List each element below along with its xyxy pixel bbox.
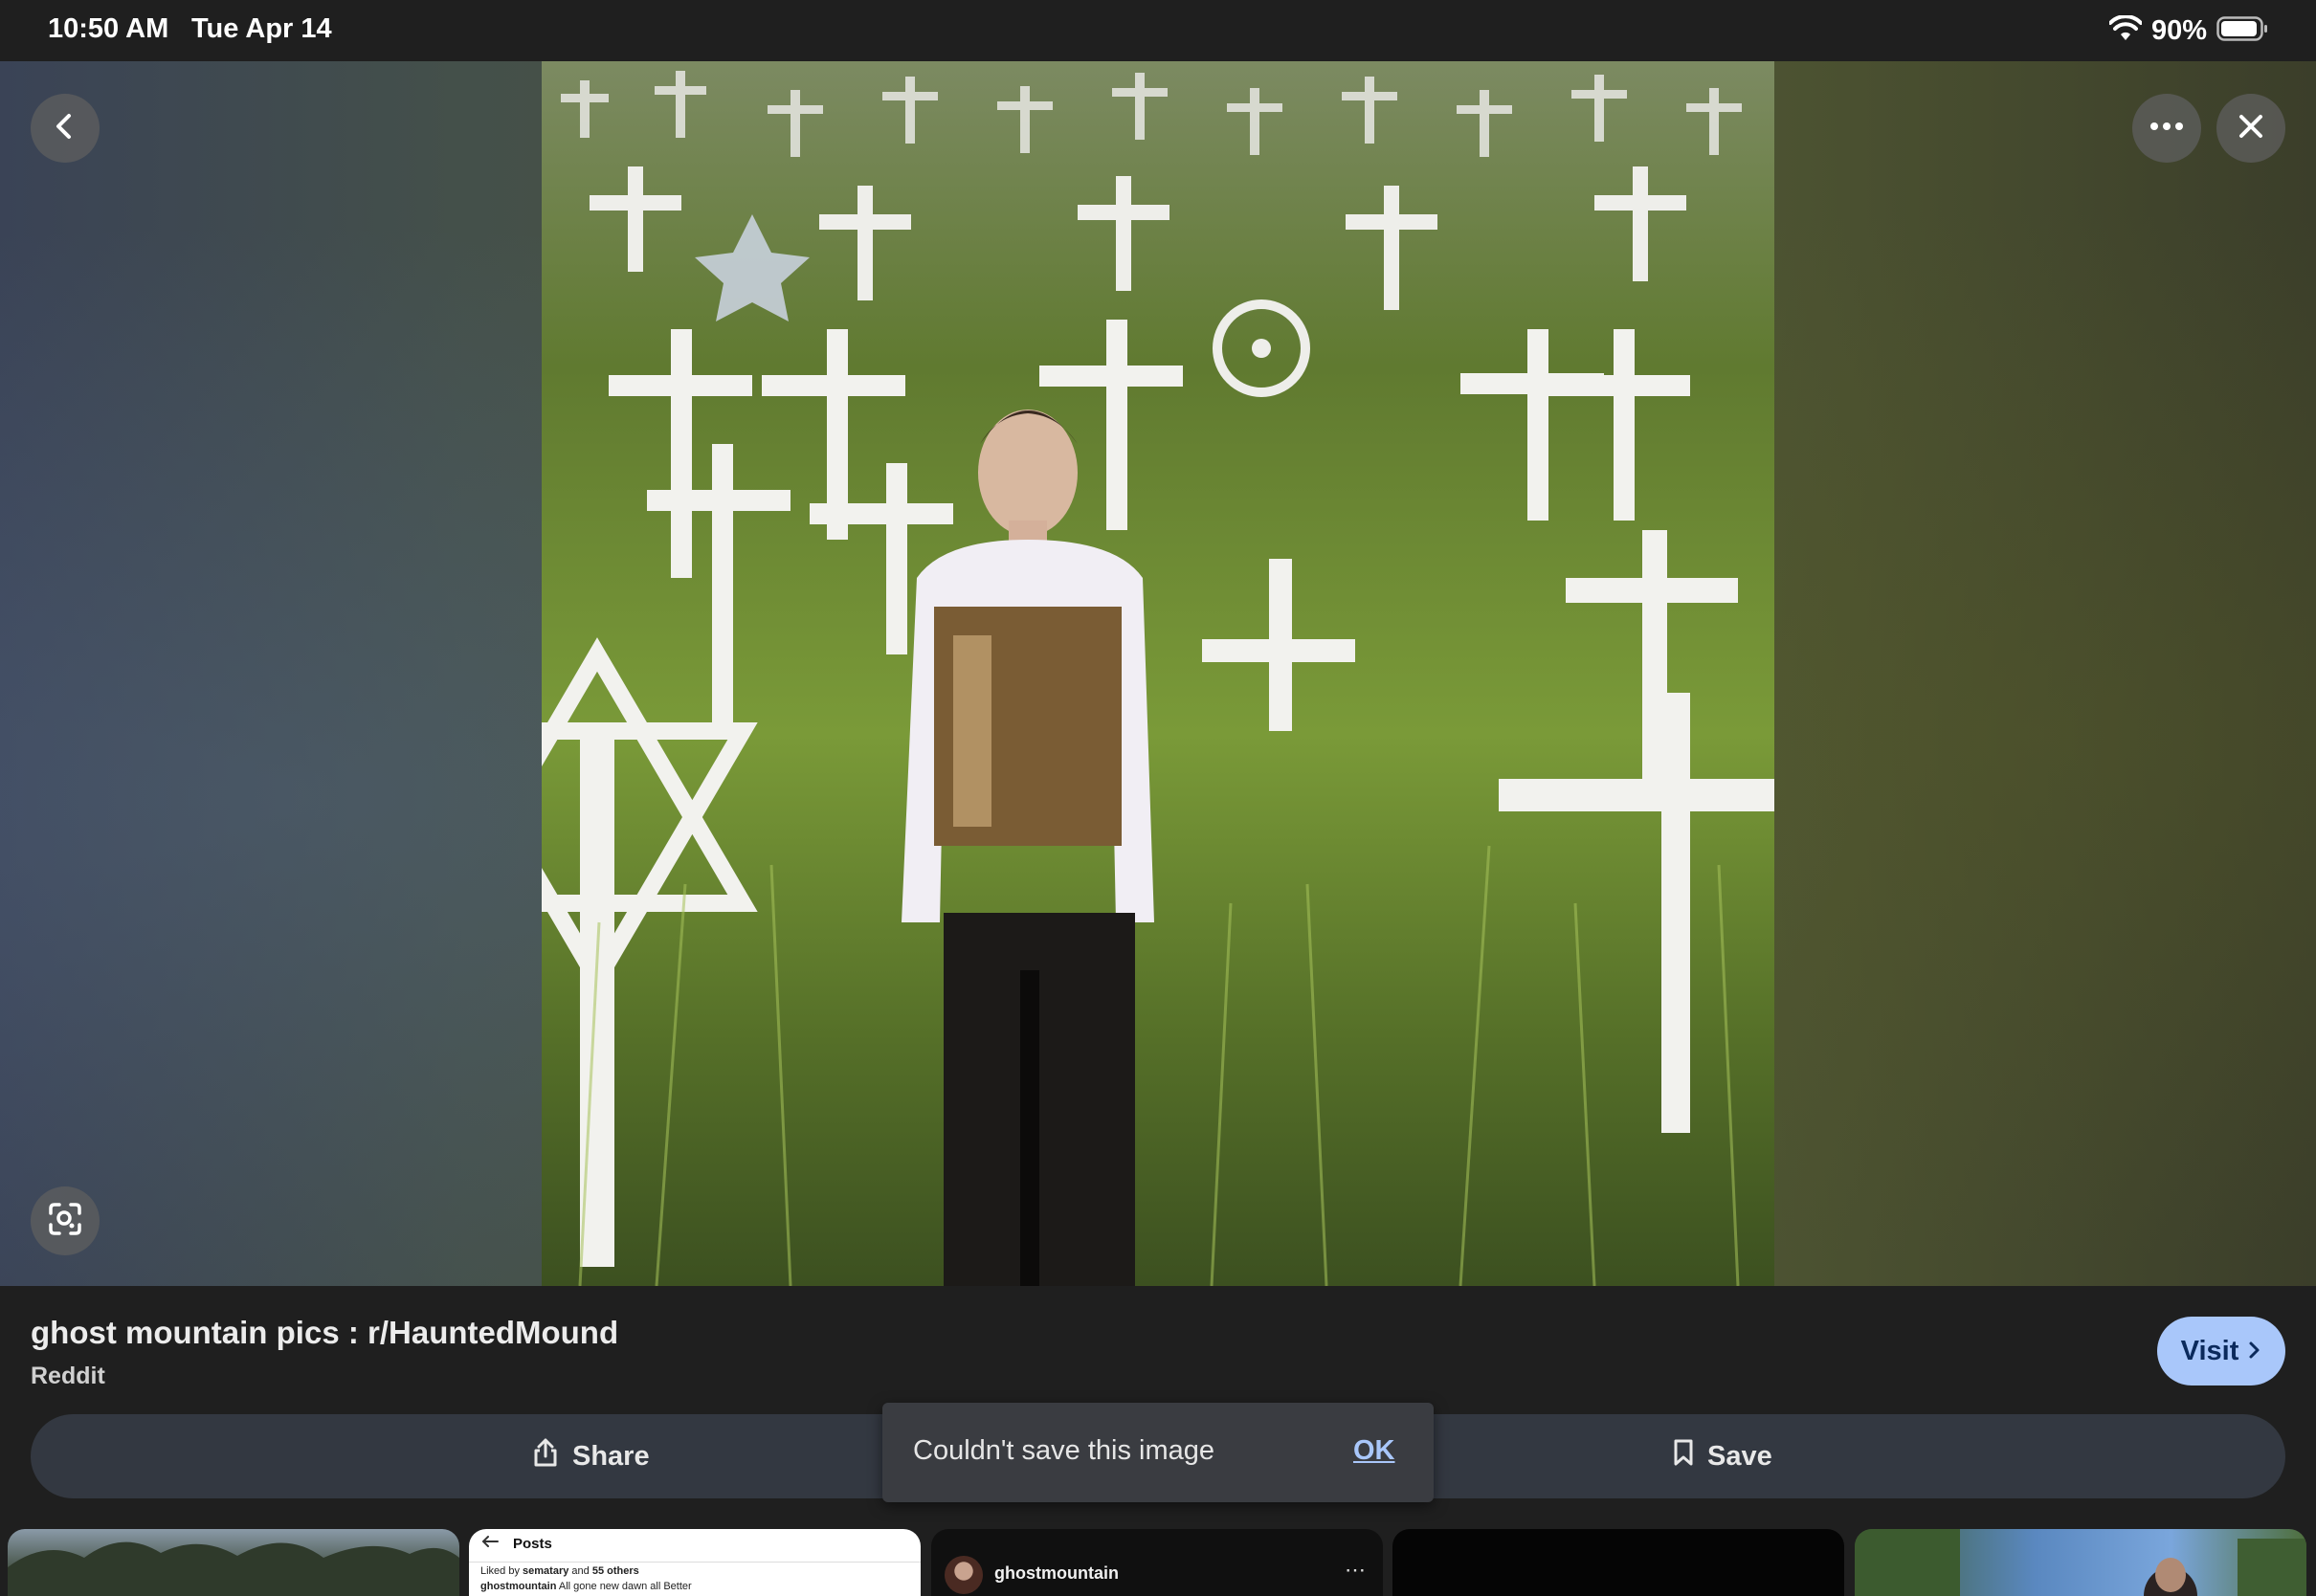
status-bar: 10:50 AM Tue Apr 14 90% xyxy=(0,0,2316,61)
related-thumbnail[interactable] xyxy=(8,1529,459,1596)
share-icon xyxy=(532,1437,559,1475)
main-image[interactable] xyxy=(542,61,1774,1286)
caption-body: All gone new dawn all Better xyxy=(556,1581,692,1592)
visit-button[interactable]: Visit xyxy=(2157,1317,2285,1385)
wifi-icon xyxy=(2107,13,2143,47)
liked-by-text: Liked by sematary and 55 others xyxy=(480,1565,639,1577)
thumbnail-outdoor-image xyxy=(1855,1529,2306,1596)
related-thumbnail[interactable] xyxy=(1855,1529,2306,1596)
status-indicators: 90% xyxy=(2107,11,2268,50)
battery-percent: 90% xyxy=(2150,14,2207,46)
battery-icon xyxy=(2216,15,2268,47)
main-image-illustration xyxy=(542,61,1774,1286)
related-thumbnail[interactable] xyxy=(1392,1529,1844,1596)
more-horizontal-icon xyxy=(2149,120,2184,137)
back-button[interactable] xyxy=(31,94,100,163)
save-button[interactable]: Save xyxy=(1673,1431,1772,1481)
arrow-left-icon xyxy=(480,1535,500,1552)
close-button[interactable] xyxy=(2216,94,2285,163)
bookmark-icon xyxy=(1673,1438,1694,1474)
thumbnail-header: Posts xyxy=(480,1535,552,1552)
share-button[interactable]: Share xyxy=(532,1431,650,1481)
image-viewer xyxy=(0,61,2316,1286)
more-horizontal-icon: ⋯ xyxy=(1345,1558,1366,1582)
lens-search-icon xyxy=(48,1202,82,1241)
chevron-left-icon xyxy=(50,111,80,146)
save-error-toast: Couldn't save this image OK xyxy=(882,1403,1434,1502)
related-thumbnail[interactable]: ghostmountain ⋯ xyxy=(931,1529,1383,1596)
liked-user: sematary xyxy=(523,1565,569,1577)
caption-user: ghostmountain xyxy=(480,1581,557,1592)
close-icon xyxy=(2238,113,2264,144)
divider xyxy=(469,1562,921,1563)
liked-prefix: Liked by xyxy=(480,1565,523,1577)
save-label: Save xyxy=(1707,1440,1772,1472)
related-thumbnail[interactable]: Posts Liked by sematary and 55 others gh… xyxy=(469,1529,921,1596)
chevron-right-icon xyxy=(2248,1336,2261,1367)
liked-count: 55 others xyxy=(591,1565,639,1577)
caption-text: ghostmountain All gone new dawn all Bett… xyxy=(480,1581,692,1592)
thumbnail-header-label: Posts xyxy=(513,1535,552,1552)
toast-message: Couldn't save this image xyxy=(913,1435,1215,1466)
liked-mid: and xyxy=(568,1565,592,1577)
thumbnail-username: ghostmountain xyxy=(994,1563,1119,1583)
status-time: 10:50 AM xyxy=(48,13,169,44)
avatar xyxy=(945,1556,983,1594)
toast-ok-button[interactable]: OK xyxy=(1353,1435,1395,1467)
lens-search-button[interactable] xyxy=(31,1186,100,1255)
visit-label: Visit xyxy=(2180,1335,2239,1366)
more-options-button[interactable] xyxy=(2132,94,2201,163)
share-label: Share xyxy=(572,1440,650,1472)
result-source[interactable]: Reddit xyxy=(31,1363,105,1390)
result-title[interactable]: ghost mountain pics : r/HauntedMound xyxy=(31,1315,618,1351)
status-date: Tue Apr 14 xyxy=(191,13,332,44)
thumbnail-trees-image xyxy=(8,1541,459,1596)
